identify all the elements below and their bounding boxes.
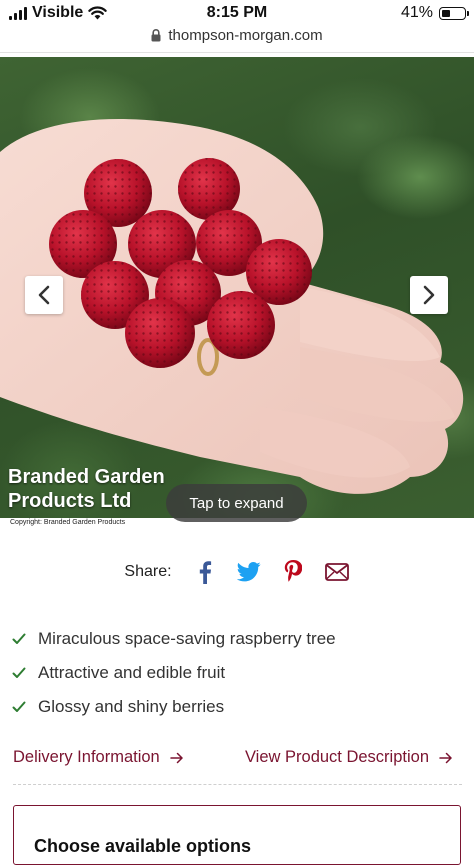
previous-image-button[interactable]: [25, 276, 63, 314]
share-row: Share:: [0, 558, 474, 586]
email-icon[interactable]: [324, 559, 350, 585]
product-image[interactable]: Branded Garden Products Ltd: [0, 57, 474, 518]
share-label: Share:: [124, 563, 172, 580]
info-links: Delivery Information View Product Descri…: [13, 748, 453, 767]
delivery-information-link[interactable]: Delivery Information: [13, 748, 184, 767]
list-item: Glossy and shiny berries: [12, 690, 452, 724]
check-icon: [12, 632, 26, 646]
options-panel[interactable]: Choose available options: [13, 805, 461, 865]
arrow-right-icon: [439, 752, 452, 763]
feature-text: Miraculous space-saving raspberry tree: [38, 629, 336, 648]
divider: [13, 784, 462, 785]
battery-group: 41%: [400, 4, 469, 22]
feature-text: Glossy and shiny berries: [38, 697, 225, 716]
options-title: Choose available options: [34, 836, 252, 856]
facebook-icon[interactable]: [192, 559, 218, 585]
delivery-link-label: Delivery Information: [13, 748, 160, 766]
chevron-left-icon: [38, 285, 50, 305]
address-bar[interactable]: thompson-morgan.com: [0, 24, 474, 46]
twitter-icon[interactable]: [236, 559, 262, 585]
battery-percent: 41%: [400, 4, 433, 21]
watermark-logo: Branded Garden Products Ltd: [8, 466, 165, 512]
list-item: Miraculous space-saving raspberry tree: [12, 622, 452, 656]
lock-icon: [151, 28, 161, 41]
divider: [0, 52, 474, 53]
berries-in-hand-image: [0, 119, 464, 494]
list-item: Attractive and edible fruit: [12, 656, 452, 690]
chevron-right-icon: [423, 285, 435, 305]
arrow-right-icon: [169, 752, 183, 763]
battery-icon: [439, 6, 469, 20]
url-domain: thompson-morgan.com: [168, 26, 323, 44]
next-image-button[interactable]: [410, 276, 448, 314]
view-product-description-link[interactable]: View Product Description: [245, 748, 453, 767]
status-bar: Visible 8:15 PM 41%: [0, 0, 474, 26]
feature-text: Attractive and edible fruit: [38, 663, 226, 682]
description-link-label: View Product Description: [244, 748, 429, 766]
check-icon: [12, 666, 26, 680]
feature-list: Miraculous space-saving raspberry tree A…: [12, 622, 452, 724]
pinterest-icon[interactable]: [280, 559, 306, 585]
image-copyright: Copyright: Branded Garden Products: [10, 519, 126, 526]
tap-to-expand-button[interactable]: Tap to expand: [166, 484, 307, 522]
check-icon: [12, 700, 26, 714]
